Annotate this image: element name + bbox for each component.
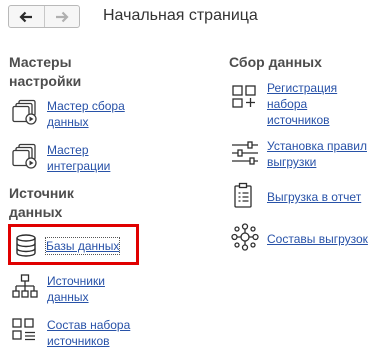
page-title: Начальная страница — [103, 7, 258, 24]
arrow-left-icon — [19, 11, 33, 22]
export-rules-link[interactable]: Установка правил выгрузки — [267, 138, 367, 170]
list-item-export-sets: Составы выгрузок — [231, 223, 368, 251]
back-button[interactable] — [9, 6, 44, 27]
sliders-icon — [231, 138, 259, 166]
data-sources-link[interactable]: Источники данных — [47, 273, 105, 305]
section-title-source: Источник данных — [9, 185, 74, 220]
arrow-right-icon — [55, 11, 69, 22]
list-item-data-sources: Источники данных — [11, 273, 105, 305]
list-item-integration-wizard: Мастер интеграции — [11, 142, 110, 174]
databases-link[interactable]: Базы данных — [44, 237, 121, 255]
database-icon — [14, 234, 42, 262]
list-item-source-set: Состав набора источников — [11, 317, 130, 349]
list-item-export-report: Выгрузка в отчет — [231, 182, 361, 210]
list-item-databases: Базы данных — [14, 234, 121, 262]
list-item-collect-wizard: Мастер сбора данных — [11, 98, 125, 130]
collect-wizard-link[interactable]: Мастер сбора данных — [47, 98, 125, 130]
section-title-masters: Мастеры настройки — [9, 54, 82, 89]
grid-list-icon — [11, 317, 39, 345]
list-item-export-rules: Установка правил выгрузки — [231, 138, 367, 170]
hierarchy-icon — [11, 273, 39, 301]
section-title-collect: Сбор данных — [229, 54, 322, 70]
register-set-link[interactable]: Регистрация набора источников — [267, 80, 337, 128]
list-item-register-set: Регистрация набора источников — [231, 80, 337, 128]
forward-button[interactable] — [43, 6, 80, 27]
clipboard-list-icon — [231, 182, 259, 210]
wizard-icon — [11, 98, 39, 126]
navigation-buttons — [8, 5, 80, 28]
wizard-icon — [11, 142, 39, 170]
export-sets-link[interactable]: Составы выгрузок — [267, 231, 368, 247]
network-icon — [231, 223, 259, 251]
export-report-link[interactable]: Выгрузка в отчет — [267, 189, 361, 205]
source-set-link[interactable]: Состав набора источников — [47, 317, 130, 349]
integration-wizard-link[interactable]: Мастер интеграции — [47, 142, 110, 174]
grid-add-icon — [231, 80, 259, 108]
